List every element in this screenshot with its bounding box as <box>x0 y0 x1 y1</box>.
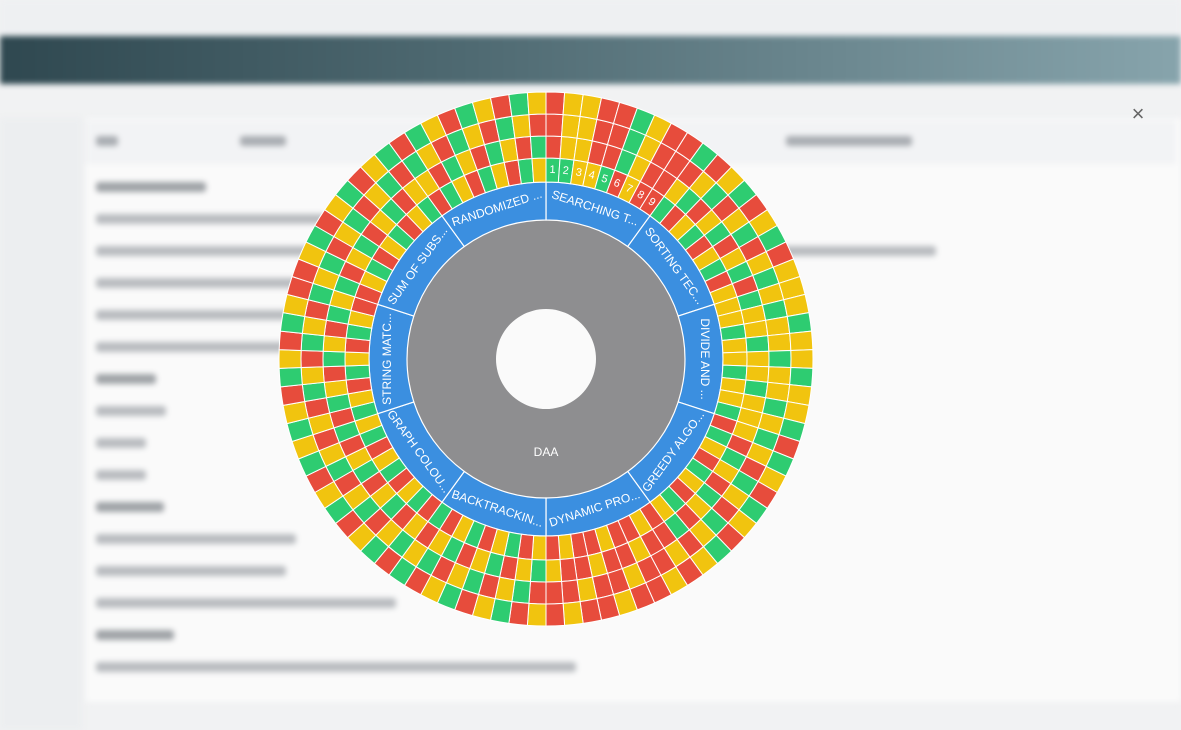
cell-segment <box>745 335 770 353</box>
cell-segment <box>545 535 561 561</box>
cell-segment <box>531 157 547 183</box>
cell-segment <box>562 601 584 626</box>
cell-segment <box>722 351 748 367</box>
cell-segment <box>529 135 547 160</box>
cell-segment <box>768 349 792 369</box>
cell-segment <box>528 580 547 605</box>
cell-segment <box>278 367 303 388</box>
sunburst-chart: DAASEARCHING T...SORTING TEC...DIVIDE AN… <box>278 91 814 627</box>
cell-segment <box>765 315 791 337</box>
cell-segment <box>278 330 303 351</box>
segment-number: 1 <box>549 164 556 176</box>
cell-segment <box>322 335 347 353</box>
cell-segment <box>545 91 566 116</box>
cell-segment <box>322 350 346 368</box>
cell-segment <box>746 350 770 368</box>
cell-segment <box>545 580 564 605</box>
cell-segment <box>508 92 530 117</box>
cell-segment <box>344 351 370 367</box>
cell-segment <box>767 366 792 386</box>
cell-segment <box>300 332 325 352</box>
cell-segment <box>559 557 578 582</box>
cell-segment <box>300 349 324 369</box>
cell-segment <box>300 366 325 386</box>
cell-segment <box>511 114 531 139</box>
cell-segment <box>279 384 306 406</box>
cell-segment <box>529 558 547 583</box>
cell-segment <box>531 535 547 561</box>
cell-segment <box>561 579 581 604</box>
category-label: STRING MATC... <box>380 313 394 405</box>
cell-segment <box>721 337 748 354</box>
cell-segment <box>767 332 792 352</box>
cell-segment <box>517 157 535 185</box>
cell-segment <box>514 136 533 161</box>
category-label: DIVIDE AND ... <box>698 318 712 399</box>
cell-segment <box>557 533 575 561</box>
cell-segment <box>789 330 814 351</box>
cell-segment <box>545 135 563 160</box>
cell-segment <box>545 558 563 583</box>
cell-segment <box>745 365 770 383</box>
cell-segment <box>301 381 327 403</box>
cell-segment <box>526 91 547 116</box>
segment-number: 2 <box>562 165 569 178</box>
cell-segment <box>344 364 371 381</box>
cell-segment <box>322 365 347 383</box>
cell-segment <box>528 113 547 138</box>
cell-segment <box>278 349 302 369</box>
cell-segment <box>786 312 813 334</box>
cell-segment <box>526 602 547 627</box>
root-label: DAA <box>534 445 559 459</box>
cell-segment <box>545 602 566 627</box>
cell-segment <box>545 113 564 138</box>
cell-segment <box>790 349 814 369</box>
cell-segment <box>789 367 814 388</box>
